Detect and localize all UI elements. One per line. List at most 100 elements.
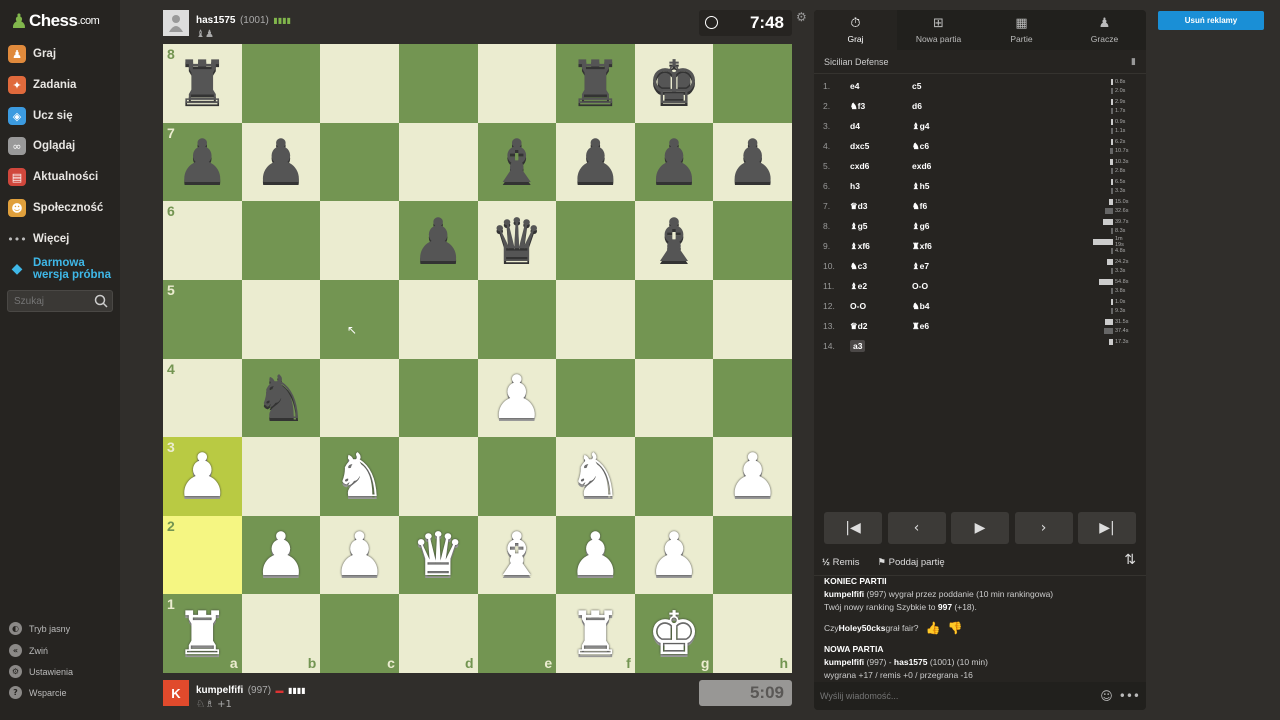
- square-e8[interactable]: [477, 44, 557, 123]
- chess-board[interactable]: 8 ♜ ♜ ♚ 7 ♟ ♟ ♝ ♟ ♟ ♟ 6 ♟ ♛ ♝ 5 4 ♞ ♟ 3 ♟ ♞ ♞ ♟ 2 ♟ ♟ ♛ ♝ ♟ ♟ 1 a ♜ b c d e f ♜…: [163, 44, 792, 673]
- tab-1[interactable]: ⊞ Nowa partia: [897, 10, 980, 50]
- square-d5[interactable]: [398, 279, 478, 359]
- square-a7[interactable]: 7 ♟: [163, 122, 242, 202]
- black-move[interactable]: ♝h5: [912, 181, 974, 192]
- sidebar-bottom-item-3[interactable]: ? Wsparcie: [9, 686, 67, 699]
- square-d6[interactable]: ♟: [398, 201, 478, 280]
- white-move[interactable]: a3: [850, 340, 866, 352]
- square-c3[interactable]: ♞: [320, 437, 399, 516]
- black-pawn-icon[interactable]: ♟: [647, 132, 701, 192]
- black-move[interactable]: ♝e7: [912, 261, 974, 272]
- opening-name[interactable]: Sicilian Defense: [824, 57, 889, 67]
- square-e6[interactable]: ♛: [477, 201, 557, 280]
- square-c5[interactable]: [320, 279, 399, 359]
- black-bishop-icon[interactable]: ♝: [647, 211, 701, 271]
- black-rook-icon[interactable]: ♜: [569, 53, 623, 113]
- white-knight-icon[interactable]: ♞: [333, 446, 387, 506]
- black-move[interactable]: d6: [912, 101, 974, 111]
- next-move-button[interactable]: ›: [1014, 512, 1073, 544]
- sidebar-item-2[interactable]: ◈ Ucz się: [8, 105, 73, 127]
- white-pawn-icon[interactable]: ♟: [726, 446, 780, 506]
- square-a4[interactable]: 4: [163, 358, 242, 438]
- black-pawn-icon[interactable]: ♟: [254, 132, 308, 192]
- square-c6[interactable]: [320, 201, 399, 280]
- white-move[interactable]: e4: [850, 81, 859, 91]
- emoji-icon[interactable]: ☺: [1100, 689, 1113, 703]
- square-f1[interactable]: f ♜: [556, 594, 635, 673]
- square-d4[interactable]: [398, 358, 478, 438]
- white-pawn-icon[interactable]: ♟: [647, 525, 701, 585]
- black-queen-icon[interactable]: ♛: [490, 211, 544, 271]
- square-b3[interactable]: [241, 437, 321, 516]
- sidebar-item-6[interactable]: ••• Więcej: [7, 228, 69, 250]
- black-move[interactable]: ♜e6: [912, 321, 974, 332]
- square-g7[interactable]: ♟: [634, 122, 714, 202]
- avatar[interactable]: K: [163, 680, 189, 706]
- white-move[interactable]: ♝xf6: [850, 241, 870, 251]
- draw-button[interactable]: ½ Remis: [822, 557, 860, 568]
- square-e7[interactable]: ♝: [477, 122, 557, 202]
- black-rook-icon[interactable]: ♜: [175, 53, 229, 113]
- square-c4[interactable]: [320, 358, 399, 438]
- square-a8[interactable]: 8 ♜: [163, 44, 242, 123]
- square-f3[interactable]: ♞: [556, 437, 635, 516]
- white-pawn-icon[interactable]: ♟: [569, 525, 623, 585]
- square-d1[interactable]: d: [398, 594, 478, 673]
- white-knight-icon[interactable]: ♞: [569, 446, 623, 506]
- sidebar-item-3[interactable]: ∞ Oglądaj: [8, 135, 75, 157]
- black-move[interactable]: ♜xf6: [912, 241, 974, 252]
- sidebar-bottom-item-1[interactable]: « Zwiń: [9, 644, 48, 657]
- black-pawn-icon[interactable]: ♟: [175, 132, 229, 192]
- square-g8[interactable]: ♚: [634, 44, 714, 123]
- square-b2[interactable]: ♟: [241, 515, 321, 595]
- square-a6[interactable]: 6: [163, 201, 242, 280]
- square-a3[interactable]: 3 ♟: [163, 437, 242, 516]
- square-a5[interactable]: 5: [163, 279, 242, 359]
- square-h6[interactable]: [713, 201, 792, 280]
- square-h7[interactable]: ♟: [713, 122, 792, 202]
- square-f2[interactable]: ♟: [556, 515, 635, 595]
- flip-board-icon[interactable]: ⇅: [1124, 552, 1136, 568]
- black-move[interactable]: O-O: [912, 281, 974, 291]
- white-move[interactable]: O-O: [850, 301, 866, 311]
- white-move[interactable]: ♛d2: [850, 321, 868, 331]
- player-name[interactable]: kumpelfifi: [196, 685, 243, 696]
- square-c7[interactable]: [320, 122, 399, 202]
- sidebar-item-trial[interactable]: ◆ Darmowa wersja próbna: [8, 257, 113, 281]
- square-h1[interactable]: h: [713, 594, 792, 673]
- black-move[interactable]: c5: [912, 81, 974, 91]
- sidebar-item-5[interactable]: ☻ Społeczność: [8, 197, 103, 219]
- square-e5[interactable]: [477, 279, 557, 359]
- thumbs-up-icon[interactable]: 👍: [926, 621, 941, 635]
- white-rook-icon[interactable]: ♜: [569, 604, 623, 664]
- last-move-button[interactable]: ▶|: [1078, 512, 1136, 544]
- white-king-icon[interactable]: ♚: [647, 604, 701, 664]
- square-b5[interactable]: [241, 279, 321, 359]
- square-e1[interactable]: e: [477, 594, 557, 673]
- square-b6[interactable]: [241, 201, 321, 280]
- square-b4[interactable]: ♞: [241, 358, 321, 438]
- square-g3[interactable]: [634, 437, 714, 516]
- sidebar-item-0[interactable]: ♟ Graj: [8, 43, 56, 65]
- white-move[interactable]: ♞f3: [850, 101, 865, 111]
- white-move[interactable]: ♝e2: [850, 281, 867, 291]
- resign-button[interactable]: ⚑ Poddaj partię: [878, 557, 945, 568]
- square-b1[interactable]: b: [241, 594, 321, 673]
- white-move[interactable]: cxd6: [850, 161, 869, 171]
- tab-0[interactable]: ⏱ Graj: [814, 10, 897, 50]
- square-d8[interactable]: [398, 44, 478, 123]
- black-move[interactable]: ♞f6: [912, 201, 974, 212]
- square-a2[interactable]: 2: [163, 515, 242, 595]
- square-g2[interactable]: ♟: [634, 515, 714, 595]
- remove-ads-button[interactable]: Usuń reklamy: [1158, 11, 1264, 30]
- chess-logo[interactable]: ♟ Chess .com: [10, 9, 100, 33]
- square-c1[interactable]: c: [320, 594, 399, 673]
- search-icon[interactable]: [94, 294, 108, 308]
- white-move[interactable]: dxc5: [850, 141, 869, 151]
- sidebar-bottom-item-0[interactable]: ◐ Tryb jasny: [9, 622, 70, 635]
- thumbs-down-icon[interactable]: 👎: [947, 621, 962, 635]
- white-pawn-icon[interactable]: ♟: [490, 368, 544, 428]
- black-move[interactable]: ♝g4: [912, 121, 974, 132]
- square-g6[interactable]: ♝: [634, 201, 714, 280]
- square-e2[interactable]: ♝: [477, 515, 557, 595]
